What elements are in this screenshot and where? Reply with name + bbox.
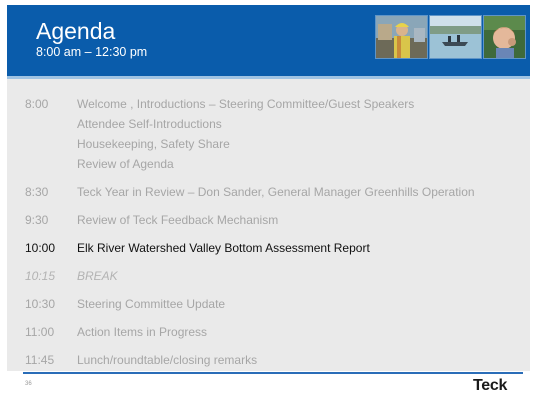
agenda-text: Action Items in Progress [77, 325, 208, 339]
agenda-text: Review of Agenda [77, 157, 174, 171]
agenda-panel: 8:00 Welcome , Introductions – Steering … [7, 79, 530, 371]
boat-on-water-photo [429, 15, 482, 59]
agenda-text: Review of Teck Feedback Mechanism [77, 213, 279, 227]
slide-subtitle: 8:00 am – 12:30 pm [36, 45, 148, 59]
agenda-time: 10:15 [25, 269, 56, 283]
slide-title: Agenda [36, 18, 116, 44]
agenda-time: 11:45 [25, 353, 55, 367]
footer-divider [23, 372, 523, 374]
agenda-text: Attendee Self-Introductions [77, 117, 222, 131]
agenda-time: 8:30 [25, 185, 49, 199]
slide-header: Agenda 8:00 am – 12:30 pm [7, 5, 530, 76]
child-photo [483, 15, 526, 59]
agenda-text: Elk River Watershed Valley Bottom Assess… [77, 241, 370, 255]
agenda-text: Teck Year in Review – Don Sander, Genera… [77, 185, 475, 199]
agenda-text: Steering Committee Update [77, 297, 226, 311]
worker-photo [375, 15, 428, 59]
slide: Agenda 8:00 am – 12:30 pm 8:00 Welcome ,… [7, 5, 530, 395]
agenda-time: 10:30 [25, 297, 56, 311]
agenda-text: Housekeeping, Safety Share [77, 137, 230, 151]
page-number: 36 [25, 381, 32, 387]
agenda-time: 9:30 [25, 213, 49, 227]
agenda-text: Welcome , Introductions – Steering Commi… [77, 97, 415, 111]
teck-logo: Teck [473, 377, 508, 394]
agenda-time: 10:00 [25, 241, 56, 255]
agenda-time: 8:00 [25, 97, 49, 111]
agenda-text: BREAK [77, 269, 118, 283]
agenda-time: 11:00 [25, 325, 55, 339]
agenda-text: Lunch/roundtable/closing remarks [77, 353, 258, 367]
